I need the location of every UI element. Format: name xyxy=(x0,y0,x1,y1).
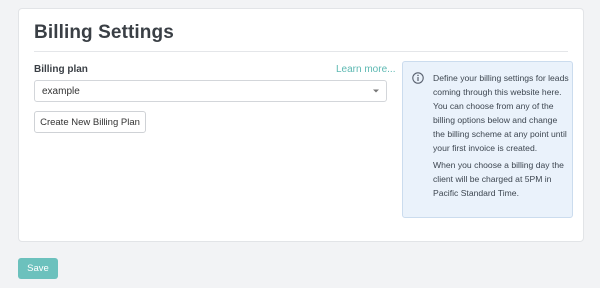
billing-info-paragraph-1: Define your billing settings for leads c… xyxy=(433,73,569,153)
billing-settings-card: Billing Settings Billing plan Learn more… xyxy=(18,8,584,242)
billing-plan-select[interactable]: example xyxy=(34,80,387,102)
billing-plan-selected-value: example xyxy=(42,86,80,97)
create-billing-plan-button[interactable]: Create New Billing Plan xyxy=(34,111,146,133)
caret-down-icon xyxy=(373,89,379,93)
billing-info-text: Define your billing settings for leads c… xyxy=(433,71,569,203)
page-title: Billing Settings xyxy=(34,22,174,43)
info-icon xyxy=(412,72,424,84)
billing-plan-label: Billing plan xyxy=(34,64,88,75)
billing-info-box: Define your billing settings for leads c… xyxy=(402,61,573,218)
save-button[interactable]: Save xyxy=(18,258,58,279)
title-divider xyxy=(34,51,568,52)
billing-info-paragraph-2: When you choose a billing day the client… xyxy=(433,160,564,198)
learn-more-link[interactable]: Learn more... xyxy=(336,64,395,75)
